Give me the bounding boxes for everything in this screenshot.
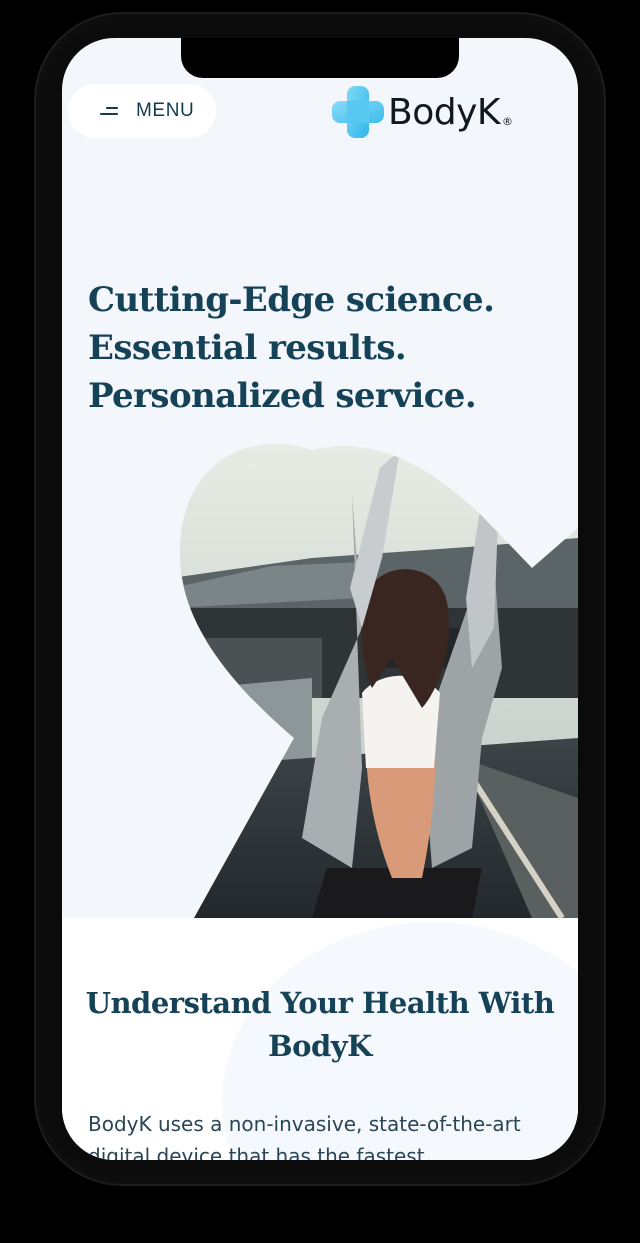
- section-title: Understand Your Health With BodyK: [85, 986, 555, 1063]
- menu-button[interactable]: MENU: [68, 84, 216, 138]
- brand-logo[interactable]: BodyK ®: [330, 84, 513, 140]
- section-body: BodyK uses a non-invasive, state-of-the-…: [88, 1112, 521, 1160]
- headline-line: Essential results.: [88, 328, 407, 368]
- medical-cross-icon: [330, 84, 386, 140]
- headline-line: Personalized service.: [88, 376, 477, 416]
- hero-image: [62, 438, 578, 918]
- logo-wordmark: BodyK: [388, 91, 501, 133]
- phone-notch: [181, 38, 459, 78]
- headline-line: Cutting-Edge science.: [88, 280, 495, 320]
- menu-label: MENU: [136, 100, 195, 121]
- intro-section: Understand Your Health With BodyK BodyK …: [62, 918, 578, 1160]
- hero-headline: Cutting-Edge science. Essential results.…: [88, 276, 548, 420]
- hamburger-menu-icon: [100, 105, 118, 117]
- registered-mark: ®: [502, 114, 513, 128]
- app-screen: MENU BodyK ® Cutting-Edge science. Essen…: [62, 38, 578, 1160]
